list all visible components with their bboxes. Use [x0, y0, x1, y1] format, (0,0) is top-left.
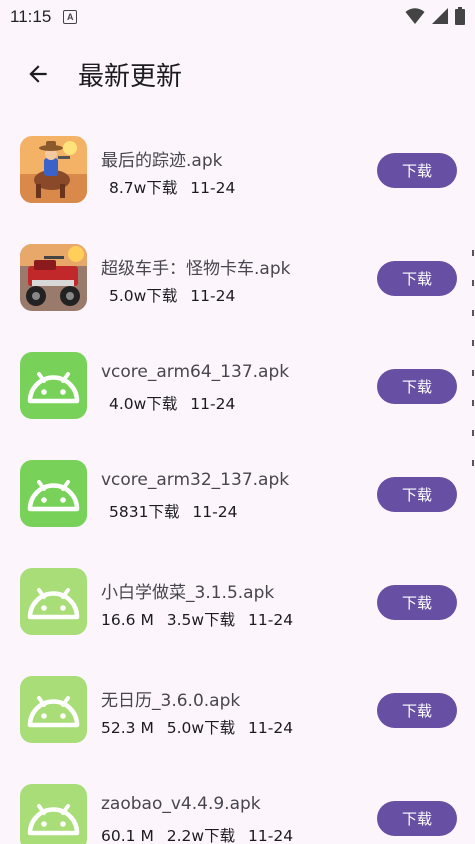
file-date: 11-24 — [248, 827, 294, 844]
game-cowboy-icon — [20, 136, 87, 203]
file-date: 11-24 — [248, 719, 294, 737]
file-downloads: 5.0w下载 — [166, 719, 236, 737]
list-item[interactable]: vcore_arm32_137.apk 5831下载 11-24 下载 — [0, 444, 475, 552]
screen: 11:15 A 最新更新 最后的踪迹.apk 8.7w下载 11-24 下载 超… — [0, 0, 475, 844]
file-meta: 52.3 M 5.0w下载 11-24 — [101, 716, 301, 738]
file-downloads: 5831下载 — [109, 503, 180, 521]
file-downloads: 3.5w下载 — [166, 611, 236, 629]
file-name: vcore_arm64_137.apk — [101, 362, 290, 382]
download-button[interactable]: 下载 — [377, 153, 457, 188]
battery-icon — [455, 7, 465, 25]
download-button[interactable]: 下载 — [377, 261, 457, 296]
android-icon — [20, 460, 87, 527]
file-meta: 5.0w下载 11-24 — [101, 284, 243, 306]
cellular-signal-icon — [432, 8, 448, 24]
file-size: 60.1 M — [101, 827, 154, 844]
file-name: zaobao_v4.4.9.apk — [101, 794, 261, 814]
android-icon-light — [20, 784, 87, 844]
file-date: 11-24 — [190, 287, 236, 305]
file-size: 16.6 M — [101, 611, 154, 629]
page-title: 最新更新 — [78, 61, 183, 92]
file-size: 52.3 M — [101, 719, 154, 737]
file-meta: 16.6 M 3.5w下载 11-24 — [101, 608, 301, 630]
list-item[interactable]: vcore_arm64_137.apk 4.0w下载 11-24 下载 — [0, 336, 475, 444]
list-item[interactable]: 超级车手：怪物卡车.apk 5.0w下载 11-24 下载 — [0, 228, 475, 336]
download-button[interactable]: 下载 — [377, 477, 457, 512]
list-item[interactable]: zaobao_v4.4.9.apk 60.1 M 2.2w下载 11-24 下载 — [0, 768, 475, 844]
back-button[interactable] — [18, 54, 58, 94]
file-date: 11-24 — [192, 503, 238, 521]
file-meta: 4.0w下载 11-24 — [101, 392, 243, 414]
status-time: 11:15 — [10, 7, 52, 26]
file-name: 最后的踪迹.apk — [101, 151, 223, 171]
file-list: 最后的踪迹.apk 8.7w下载 11-24 下载 超级车手：怪物卡车.apk … — [0, 120, 475, 844]
status-icons — [405, 7, 465, 25]
file-meta: 60.1 M 2.2w下载 11-24 — [101, 824, 301, 844]
download-button[interactable]: 下载 — [377, 801, 457, 836]
android-icon — [20, 352, 87, 419]
file-downloads: 4.0w下载 — [109, 395, 178, 413]
wifi-icon — [405, 8, 425, 24]
accessibility-a-icon: A — [63, 10, 78, 24]
android-icon-light — [20, 676, 87, 743]
file-downloads: 5.0w下载 — [109, 287, 178, 305]
file-downloads: 2.2w下载 — [166, 827, 236, 844]
app-bar: 最新更新 — [0, 44, 475, 104]
download-button[interactable]: 下载 — [377, 693, 457, 728]
list-item[interactable]: 无日历_3.6.0.apk 52.3 M 5.0w下载 11-24 下载 — [0, 660, 475, 768]
game-monster-truck-icon — [20, 244, 87, 311]
file-date: 11-24 — [190, 179, 236, 197]
file-downloads: 8.7w下载 — [109, 179, 178, 197]
status-bar: 11:15 A — [0, 0, 475, 34]
android-icon-light — [20, 568, 87, 635]
file-date: 11-24 — [190, 395, 236, 413]
download-button[interactable]: 下载 — [377, 369, 457, 404]
download-button[interactable]: 下载 — [377, 585, 457, 620]
file-date: 11-24 — [248, 611, 294, 629]
file-name: 超级车手：怪物卡车.apk — [101, 259, 291, 279]
arrow-back-icon — [29, 65, 47, 83]
file-name: 小白学做菜_3.1.5.apk — [101, 583, 275, 603]
file-meta: 5831下载 11-24 — [101, 500, 245, 522]
list-item[interactable]: 最后的踪迹.apk 8.7w下载 11-24 下载 — [0, 120, 475, 228]
list-item[interactable]: 小白学做菜_3.1.5.apk 16.6 M 3.5w下载 11-24 下载 — [0, 552, 475, 660]
file-name: 无日历_3.6.0.apk — [101, 691, 241, 711]
file-meta: 8.7w下载 11-24 — [101, 176, 243, 198]
file-name: vcore_arm32_137.apk — [101, 470, 290, 490]
